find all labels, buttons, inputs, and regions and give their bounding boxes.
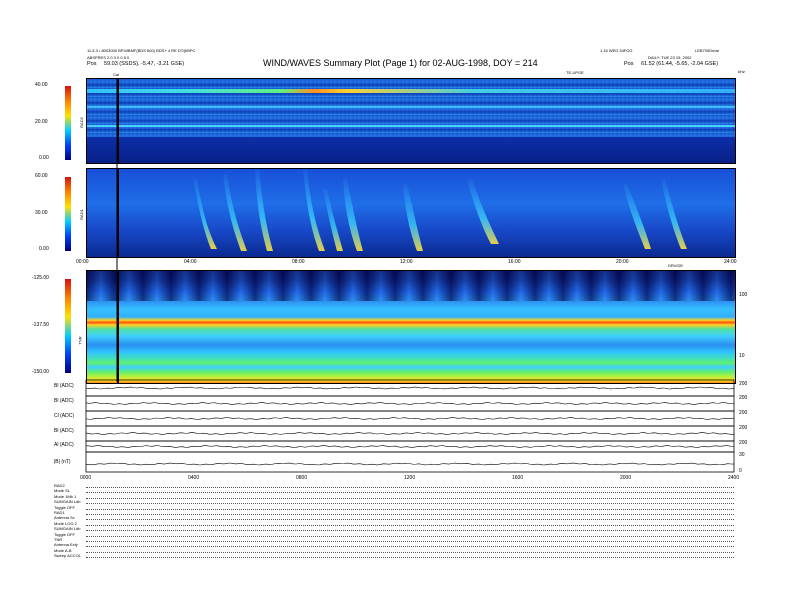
mode-line-11: TNR (54, 537, 63, 542)
line-rows-group (85, 78, 735, 473)
mode-line-7: Antenna Sx (54, 515, 75, 521)
line-row-frame-5 (85, 440, 735, 453)
row4-tick-top: 200 (739, 425, 748, 431)
line-trace-3 (85, 417, 735, 420)
mode-dotted-row-12 (86, 546, 734, 548)
mode-dotted-row-10 (86, 535, 734, 537)
bottom-xtick-4: 1600 (512, 475, 524, 481)
line-row-frame-2 (85, 395, 735, 412)
mode-line-9: SUMGAIN Ldb (54, 526, 81, 532)
mode-line-6: RAD1 (54, 510, 65, 515)
mode-dotted-row-9 (86, 530, 734, 532)
bottom-xtick-3: 1200 (404, 475, 416, 481)
row3-label: Cl (ADC) (54, 413, 74, 419)
mode-line-8: Mode LOG 2 (54, 520, 77, 526)
line-row-frame-6 (85, 451, 735, 473)
mode-line-2: Mode SL (54, 488, 71, 494)
bottom-xtick-1: 0400 (188, 475, 200, 481)
row1-tick-top: 200 (739, 381, 748, 387)
mode-line-10: Toggle OFF (54, 531, 75, 537)
mode-dotted-row-8 (86, 524, 734, 526)
row5-tick-top: 200 (739, 440, 748, 446)
row2-tick-top: 200 (739, 395, 748, 401)
row6-label: |B| (nT) (54, 459, 71, 465)
bottom-xtick-6: 2400 (728, 475, 740, 481)
mode-line-3: Mode 1Mb 1 (54, 493, 77, 499)
row6-tick-bottom: 0 (739, 468, 742, 474)
mode-line-14: Sweep ACCOL (54, 553, 81, 559)
mode-dotted-row-6 (86, 514, 734, 515)
mode-dotted-row-14 (86, 557, 734, 559)
row4-label: Bl (ADC) (54, 428, 74, 434)
mode-dotted-row-2 (86, 492, 734, 494)
mode-dotted-row-1 (86, 487, 734, 488)
line-trace-6 (85, 462, 735, 466)
mode-line-13: Mode A-B (54, 547, 72, 553)
line-trace-4 (85, 432, 735, 435)
mode-dotted-row-4 (86, 503, 734, 505)
mode-line-4: SUMGAIN Ldb (54, 499, 81, 505)
mode-dotted-row-5 (86, 508, 734, 510)
row5-label: Al (ADC) (54, 442, 74, 448)
line-trace-2 (85, 402, 735, 405)
mode-line-12: Antenna Exfy (54, 542, 78, 548)
bottom-xtick-0: 0000 (80, 475, 92, 481)
mode-dotted-row-11 (86, 541, 734, 542)
mode-dotted-row-13 (86, 551, 734, 553)
mode-dotted-row-7 (86, 519, 734, 521)
row2-label: Bl (ADC) (54, 398, 74, 404)
mode-dotted-row-3 (86, 497, 734, 499)
line-trace-1 (85, 386, 735, 390)
mode-line-1: RAD2 (54, 483, 65, 488)
row1-label: Bl (ADC) (54, 383, 74, 389)
bottom-xtick-2: 0800 (296, 475, 308, 481)
row3-tick-top: 200 (739, 410, 748, 416)
line-trace-5 (85, 445, 735, 448)
row6-tick-top: 30 (739, 452, 745, 458)
bottom-xtick-5: 2000 (620, 475, 632, 481)
mode-line-5: Toggle OFF (54, 504, 75, 510)
